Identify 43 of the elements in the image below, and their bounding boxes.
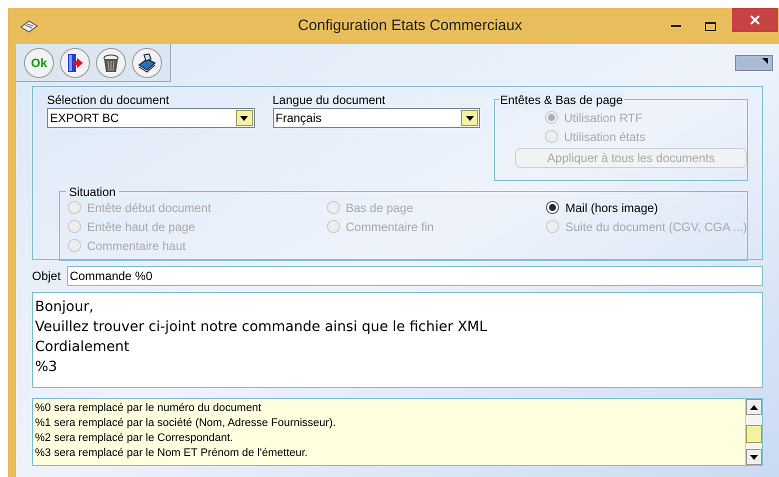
ok-label: Ok [30, 54, 47, 72]
scroll-down-icon[interactable] [746, 449, 762, 465]
close-button[interactable] [732, 8, 778, 32]
help-line: %3 sera remplacé par le Nom ET Prénom de l'émetteur. [35, 446, 308, 461]
message-field[interactable]: Bonjour, Veuillez trouver ci-joint notre commande ainsi que le fichier XML Cordialement %3 [32, 292, 763, 388]
field-label: Sélection du document [47, 92, 170, 108]
field-label: Langue du document [272, 92, 386, 108]
door-exit-icon [66, 52, 84, 72]
language-select[interactable]: Français [272, 108, 480, 128]
window-title: Configuration Etats Commerciaux [296, 16, 524, 36]
radio-label: Utilisation RTF [564, 110, 642, 126]
scroll-up-icon[interactable] [746, 399, 762, 415]
scrollbar[interactable] [745, 399, 762, 465]
radio-label: Entête haut de page [87, 218, 196, 236]
app-icon [20, 18, 38, 34]
corner-arrow-icon [762, 58, 768, 64]
message-line: %3 [35, 358, 58, 377]
help-line: %2 sera remplacé par le Correspondant. [35, 431, 234, 446]
message-line: Cordialement [35, 338, 130, 357]
message-line: Bonjour, [35, 298, 94, 317]
toolbar-button[interactable] [60, 48, 90, 78]
trash-icon [102, 52, 120, 72]
scroll-thumb[interactable] [746, 425, 762, 443]
document-select[interactable]: EXPORT BC [47, 108, 254, 128]
radio-label: Commentaire haut [87, 238, 186, 254]
toolbar-button[interactable] [132, 48, 162, 78]
message-line: Veuillez trouver ci-joint notre commande ainsi que le fichier XML [35, 318, 488, 337]
subject-field[interactable]: Commande %0 [66, 266, 763, 286]
radio-label: Bas de page [346, 200, 414, 216]
subject-label: Objet [32, 268, 61, 285]
close-icon [750, 15, 760, 25]
radio-label: Mail (hors image) [565, 200, 658, 216]
book-icon [137, 52, 157, 72]
group-title: Entêtes & Bas de page [499, 91, 624, 109]
menu-dropdown-button[interactable] [735, 55, 773, 71]
radio-label: Suite du document (CGV, CGA ...) [565, 218, 747, 236]
help-line: %0 sera remplacé par le numéro du document [35, 401, 262, 416]
radio-label: Commentaire fin [346, 218, 434, 236]
radio-button[interactable] [546, 201, 560, 214]
radio-label: Utilisation états [564, 128, 646, 146]
toolbar-button[interactable] [96, 48, 126, 78]
help-line: %1 sera remplacé par la société (Nom, Adresse Fournisseur). [35, 416, 336, 431]
radio-label: Entête début document [87, 200, 212, 216]
